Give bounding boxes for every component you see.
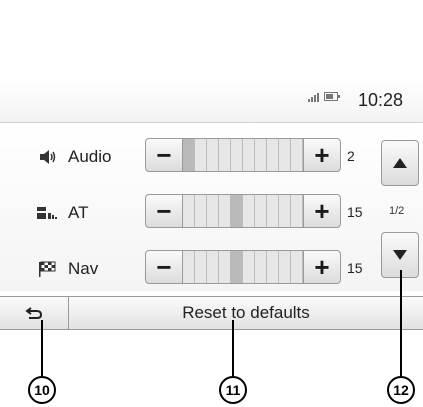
decrease-button[interactable]: −: [145, 250, 183, 284]
back-arrow-icon: [25, 307, 43, 319]
list-item-at: AT − + 15: [0, 194, 375, 230]
clock: 10:28: [358, 90, 404, 110]
traffic-info-icon: [37, 207, 57, 219]
status-icons: [308, 92, 340, 102]
settings-screen: 10:28 Audio − + 2 AT − + 15 Nav − + 15 1…: [0, 0, 423, 330]
bottom-bar: Reset to defaults: [0, 296, 423, 330]
increase-button[interactable]: +: [303, 194, 341, 228]
callout-10: 10: [28, 376, 56, 404]
back-button[interactable]: [0, 297, 69, 329]
signal-icon: [308, 92, 319, 102]
volume-settings-list: Audio − + 2 AT − + 15 Nav − + 15: [0, 123, 423, 291]
volume-value: 15: [347, 260, 363, 276]
callout-11: 11: [219, 376, 247, 404]
increase-button[interactable]: +: [303, 138, 341, 172]
reset-to-defaults-button[interactable]: Reset to defaults: [69, 297, 423, 329]
callout-line-12: [400, 270, 402, 376]
increase-button[interactable]: +: [303, 250, 341, 284]
list-item-nav: Nav − + 15: [0, 250, 375, 286]
arrow-up-icon: [393, 158, 407, 168]
volume-level-bar[interactable]: [183, 138, 303, 172]
decrease-button[interactable]: −: [145, 194, 183, 228]
status-bar: 10:28: [0, 78, 423, 123]
volume-level-bar[interactable]: [183, 194, 303, 228]
callout-line-10: [41, 320, 43, 376]
page-indicator: 1/2: [389, 205, 405, 217]
volume-level-bar[interactable]: [183, 250, 303, 284]
decrease-button[interactable]: −: [145, 138, 183, 172]
callout-12: 12: [387, 376, 415, 404]
list-item-audio: Audio − + 2: [0, 138, 375, 174]
scroll-up-button[interactable]: [381, 140, 419, 186]
checkered-flag-icon: [39, 261, 56, 277]
volume-value: 2: [347, 148, 355, 164]
battery-icon: [324, 92, 340, 101]
volume-value: 15: [347, 204, 363, 220]
row-label: Nav: [68, 259, 99, 278]
arrow-down-icon: [393, 250, 407, 260]
row-label: AT: [68, 203, 89, 222]
speaker-icon: [40, 150, 56, 164]
callout-line-11: [232, 320, 234, 376]
row-label: Audio: [68, 147, 112, 166]
